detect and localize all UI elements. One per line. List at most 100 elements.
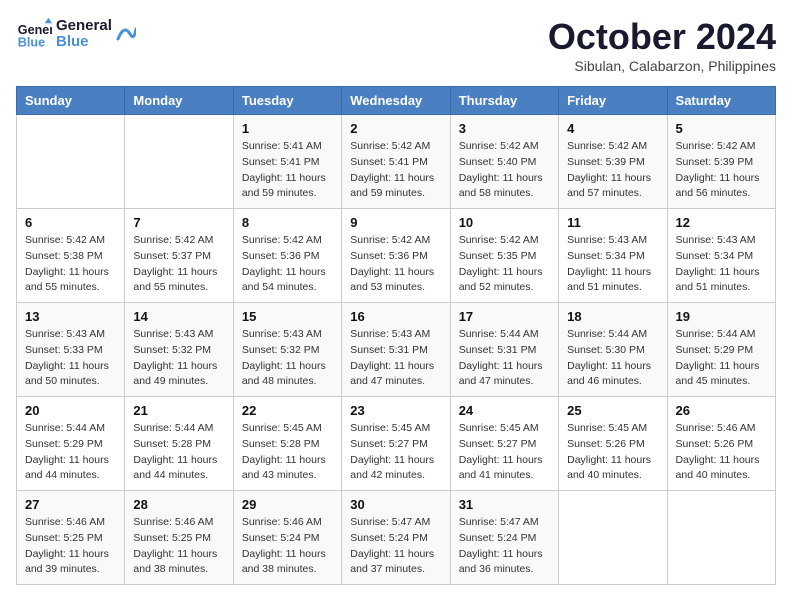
- week-row-0: 1Sunrise: 5:41 AMSunset: 5:41 PMDaylight…: [17, 115, 776, 209]
- day-info: Sunrise: 5:42 AMSunset: 5:40 PMDaylight:…: [459, 139, 550, 202]
- calendar-cell: 30 Sunrise: 5:47 AMSunset: 5:24 PMDayligh…: [342, 491, 450, 585]
- day-info: Sunrise: 5:45 AMSunset: 5:26 PMDaylight:…: [567, 421, 658, 484]
- day-number: 10: [459, 215, 550, 230]
- day-info: Sunrise: 5:46 AMSunset: 5:24 PMDaylight:…: [242, 515, 333, 578]
- day-info: Sunrise: 5:47 AMSunset: 5:24 PMDaylight:…: [350, 515, 441, 578]
- calendar-cell: 23 Sunrise: 5:45 AMSunset: 5:27 PMDayligh…: [342, 397, 450, 491]
- day-number: 31: [459, 497, 550, 512]
- day-number: 27: [25, 497, 116, 512]
- day-info: Sunrise: 5:43 AMSunset: 5:34 PMDaylight:…: [567, 233, 658, 296]
- day-info: Sunrise: 5:45 AMSunset: 5:28 PMDaylight:…: [242, 421, 333, 484]
- day-info: Sunrise: 5:46 AMSunset: 5:26 PMDaylight:…: [676, 421, 767, 484]
- day-info: Sunrise: 5:44 AMSunset: 5:29 PMDaylight:…: [25, 421, 116, 484]
- weekday-header-tuesday: Tuesday: [233, 87, 341, 115]
- day-number: 13: [25, 309, 116, 324]
- calendar-cell: 26 Sunrise: 5:46 AMSunset: 5:26 PMDayligh…: [667, 397, 775, 491]
- weekday-header-wednesday: Wednesday: [342, 87, 450, 115]
- calendar-cell: 25Sunrise: 5:45 AMSunset: 5:26 PMDayligh…: [559, 397, 667, 491]
- location-subtitle: Sibulan, Calabarzon, Philippines: [548, 58, 776, 74]
- weekday-header-thursday: Thursday: [450, 87, 558, 115]
- day-number: 2: [350, 121, 441, 136]
- day-number: 18: [567, 309, 658, 324]
- day-info: Sunrise: 5:42 AMSunset: 5:36 PMDaylight:…: [242, 233, 333, 296]
- day-number: 22: [242, 403, 333, 418]
- day-info: Sunrise: 5:41 AMSunset: 5:41 PMDaylight:…: [242, 139, 333, 202]
- day-number: 21: [133, 403, 224, 418]
- day-info: Sunrise: 5:44 AMSunset: 5:28 PMDaylight:…: [133, 421, 224, 484]
- calendar-cell: 19 Sunrise: 5:44 AMSunset: 5:29 PMDayligh…: [667, 303, 775, 397]
- day-info: Sunrise: 5:43 AMSunset: 5:32 PMDaylight:…: [242, 327, 333, 390]
- day-info: Sunrise: 5:42 AMSunset: 5:38 PMDaylight:…: [25, 233, 116, 296]
- calendar-cell: 10 Sunrise: 5:42 AMSunset: 5:35 PMDayligh…: [450, 209, 558, 303]
- calendar-cell: [17, 115, 125, 209]
- logo: General Blue General Blue: [16, 16, 136, 52]
- day-info: Sunrise: 5:45 AMSunset: 5:27 PMDaylight:…: [350, 421, 441, 484]
- calendar-cell: [559, 491, 667, 585]
- day-number: 24: [459, 403, 550, 418]
- day-number: 4: [567, 121, 658, 136]
- week-row-3: 20Sunrise: 5:44 AMSunset: 5:29 PMDayligh…: [17, 397, 776, 491]
- day-number: 6: [25, 215, 116, 230]
- day-number: 7: [133, 215, 224, 230]
- day-number: 14: [133, 309, 224, 324]
- day-number: 15: [242, 309, 333, 324]
- calendar-cell: 7Sunrise: 5:42 AMSunset: 5:37 PMDaylight…: [125, 209, 233, 303]
- logo-wave-icon: [116, 19, 136, 49]
- day-number: 8: [242, 215, 333, 230]
- day-info: Sunrise: 5:46 AMSunset: 5:25 PMDaylight:…: [133, 515, 224, 578]
- day-number: 29: [242, 497, 333, 512]
- day-info: Sunrise: 5:42 AMSunset: 5:35 PMDaylight:…: [459, 233, 550, 296]
- day-number: 28: [133, 497, 224, 512]
- logo-general-text: General: [56, 18, 112, 35]
- calendar-cell: 8 Sunrise: 5:42 AMSunset: 5:36 PMDaylight…: [233, 209, 341, 303]
- calendar-cell: 5Sunrise: 5:42 AMSunset: 5:39 PMDaylight…: [667, 115, 775, 209]
- calendar-cell: 29 Sunrise: 5:46 AMSunset: 5:24 PMDayligh…: [233, 491, 341, 585]
- week-row-1: 6 Sunrise: 5:42 AMSunset: 5:38 PMDaylight…: [17, 209, 776, 303]
- calendar-cell: 20Sunrise: 5:44 AMSunset: 5:29 PMDayligh…: [17, 397, 125, 491]
- calendar-cell: 13Sunrise: 5:43 AMSunset: 5:33 PMDayligh…: [17, 303, 125, 397]
- calendar-cell: 31 Sunrise: 5:47 AMSunset: 5:24 PMDayligh…: [450, 491, 558, 585]
- calendar-cell: 1Sunrise: 5:41 AMSunset: 5:41 PMDaylight…: [233, 115, 341, 209]
- calendar-cell: 15 Sunrise: 5:43 AMSunset: 5:32 PMDayligh…: [233, 303, 341, 397]
- page-header: General Blue General Blue October 2024 S…: [16, 16, 776, 74]
- svg-text:Blue: Blue: [18, 36, 45, 50]
- calendar-cell: 14 Sunrise: 5:43 AMSunset: 5:32 PMDayligh…: [125, 303, 233, 397]
- day-number: 30: [350, 497, 441, 512]
- calendar-cell: [125, 115, 233, 209]
- calendar-cell: 22 Sunrise: 5:45 AMSunset: 5:28 PMDayligh…: [233, 397, 341, 491]
- calendar-cell: 18Sunrise: 5:44 AMSunset: 5:30 PMDayligh…: [559, 303, 667, 397]
- month-title: October 2024: [548, 16, 776, 58]
- calendar-cell: 17Sunrise: 5:44 AMSunset: 5:31 PMDayligh…: [450, 303, 558, 397]
- calendar-cell: 12 Sunrise: 5:43 AMSunset: 5:34 PMDayligh…: [667, 209, 775, 303]
- day-info: Sunrise: 5:42 AMSunset: 5:39 PMDaylight:…: [567, 139, 658, 202]
- day-info: Sunrise: 5:42 AMSunset: 5:41 PMDaylight:…: [350, 139, 441, 202]
- day-number: 26: [676, 403, 767, 418]
- day-info: Sunrise: 5:45 AMSunset: 5:27 PMDaylight:…: [459, 421, 550, 484]
- weekday-header-sunday: Sunday: [17, 87, 125, 115]
- day-info: Sunrise: 5:43 AMSunset: 5:31 PMDaylight:…: [350, 327, 441, 390]
- day-info: Sunrise: 5:47 AMSunset: 5:24 PMDaylight:…: [459, 515, 550, 578]
- calendar-cell: 24 Sunrise: 5:45 AMSunset: 5:27 PMDayligh…: [450, 397, 558, 491]
- day-number: 5: [676, 121, 767, 136]
- title-block: October 2024 Sibulan, Calabarzon, Philip…: [548, 16, 776, 74]
- calendar-table: SundayMondayTuesdayWednesdayThursdayFrid…: [16, 86, 776, 585]
- day-number: 23: [350, 403, 441, 418]
- day-info: Sunrise: 5:44 AMSunset: 5:29 PMDaylight:…: [676, 327, 767, 390]
- header-row: SundayMondayTuesdayWednesdayThursdayFrid…: [17, 87, 776, 115]
- logo-icon: General Blue: [16, 16, 52, 52]
- weekday-header-saturday: Saturday: [667, 87, 775, 115]
- calendar-cell: 6 Sunrise: 5:42 AMSunset: 5:38 PMDaylight…: [17, 209, 125, 303]
- day-info: Sunrise: 5:43 AMSunset: 5:32 PMDaylight:…: [133, 327, 224, 390]
- calendar-cell: 3 Sunrise: 5:42 AMSunset: 5:40 PMDaylight…: [450, 115, 558, 209]
- day-info: Sunrise: 5:43 AMSunset: 5:34 PMDaylight:…: [676, 233, 767, 296]
- weekday-header-friday: Friday: [559, 87, 667, 115]
- day-number: 3: [459, 121, 550, 136]
- day-number: 11: [567, 215, 658, 230]
- day-info: Sunrise: 5:44 AMSunset: 5:31 PMDaylight:…: [459, 327, 550, 390]
- day-info: Sunrise: 5:42 AMSunset: 5:36 PMDaylight:…: [350, 233, 441, 296]
- day-number: 12: [676, 215, 767, 230]
- day-number: 19: [676, 309, 767, 324]
- day-number: 9: [350, 215, 441, 230]
- calendar-cell: 4 Sunrise: 5:42 AMSunset: 5:39 PMDaylight…: [559, 115, 667, 209]
- week-row-2: 13Sunrise: 5:43 AMSunset: 5:33 PMDayligh…: [17, 303, 776, 397]
